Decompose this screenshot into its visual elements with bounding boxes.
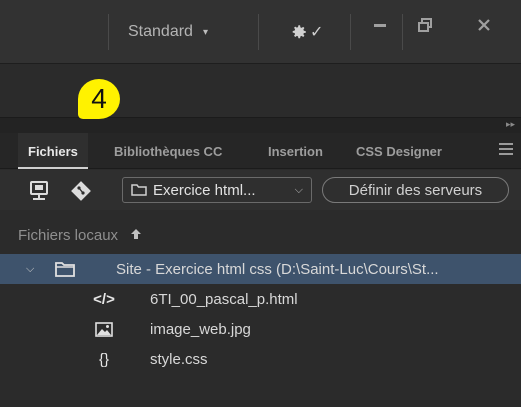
tab-insertion[interactable]: Insertion [268,133,323,169]
chevron-down-icon[interactable]: ⌵ [26,263,34,276]
connect-server-button[interactable] [28,180,50,202]
title-bar: Standard ▾ ✓ [0,0,521,64]
check-icon: ✓ [310,24,324,41]
tab-css-designer[interactable]: CSS Designer [356,133,442,169]
css-braces-icon: {} [98,350,110,368]
tree-row-file[interactable]: image_web.jpg [0,314,521,344]
site-label: Site - Exercice html css (D:\Saint-Luc\C… [116,260,439,278]
dreamweaver-window: Standard ▾ ✓ 4 ▸▸ Fichiers Bibliothèques… [0,0,521,407]
chevron-down-icon: ⌵ [294,183,303,196]
chevron-down-icon: ▾ [202,26,208,38]
workspace-switcher[interactable]: Standard ▾ [128,18,208,46]
up-arrow-icon[interactable] [130,227,142,243]
gear-icon [292,25,306,39]
tab-label: Bibliothèques CC [114,143,223,159]
title-separator [108,14,109,50]
title-separator [258,14,259,50]
collapse-panel-icon[interactable]: ▸▸ [506,119,515,130]
workspace-label: Standard [128,23,193,40]
minimize-icon [374,24,386,27]
local-files-header: Fichiers locaux [0,220,521,250]
folder-icon [131,184,147,196]
file-name: image_web.jpg [150,320,251,338]
callout-number: 4 [91,83,107,114]
title-separator [350,14,351,50]
panel-header-strip: ▸▸ [0,117,521,133]
git-icon [71,181,91,201]
site-select-value: Exercice html... [153,181,256,199]
tab-label: Fichiers [28,143,78,159]
site-select[interactable]: Exercice html... ⌵ [122,177,312,203]
image-icon [94,320,114,338]
title-separator [402,14,403,50]
tab-bibliotheques-cc[interactable]: Bibliothèques CC [114,133,222,169]
panel-tab-bar: Fichiers Bibliothèques CC Insertion CSS … [0,133,521,169]
close-icon [478,19,490,31]
folder-icon [54,260,76,278]
server-connect-icon [30,181,48,200]
tree-row-file[interactable]: {} style.css [0,344,521,374]
tree-row-file[interactable]: </> 6TI_00_pascal_p.html [0,284,521,314]
tab-label: CSS Designer [356,143,442,159]
step-number-callout: 4 [78,79,120,119]
restore-icon [418,18,432,32]
git-button[interactable] [70,180,92,202]
tab-fichiers[interactable]: Fichiers [18,133,88,169]
tree-row-site[interactable]: ⌵ Site - Exercice html css (D:\Saint-Luc… [0,254,521,284]
minimize-button[interactable] [368,14,392,36]
restore-button[interactable] [412,14,438,36]
sync-settings-button[interactable]: ✓ [290,22,323,42]
file-name: style.css [150,350,208,368]
define-servers-button[interactable]: Définir des serveurs [322,177,509,203]
file-name: 6TI_00_pascal_p.html [150,290,298,308]
code-icon: </> [93,290,115,308]
files-toolbar: Exercice html... ⌵ Définir des serveurs [0,170,521,210]
panel-menu-icon[interactable] [499,143,513,157]
close-button[interactable] [470,14,498,36]
tab-label: Insertion [268,143,323,159]
local-files-label: Fichiers locaux [18,226,119,244]
